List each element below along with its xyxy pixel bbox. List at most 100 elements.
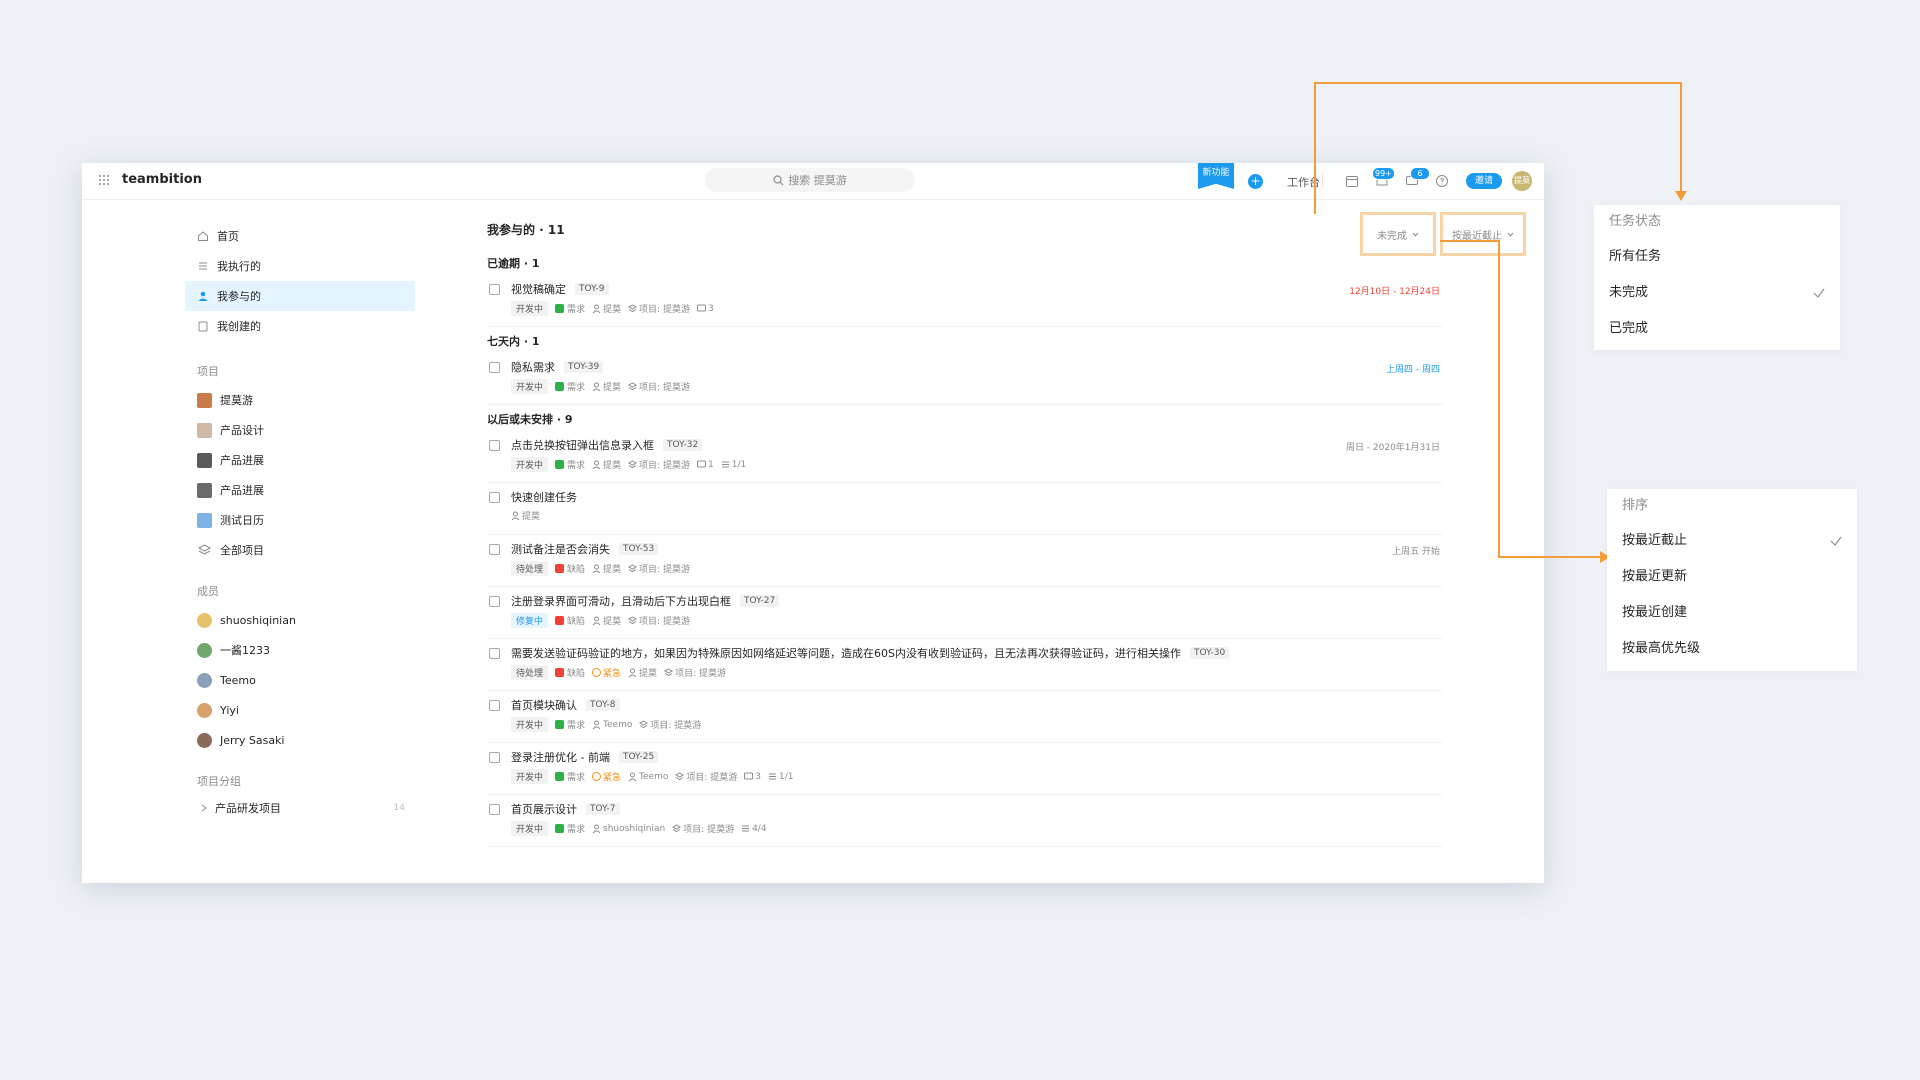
add-button[interactable]: +: [1248, 174, 1263, 189]
toolbar-divider: [1322, 173, 1323, 189]
status-badge[interactable]: 修复中: [511, 613, 549, 628]
task-checkbox[interactable]: [489, 648, 500, 659]
nav-created[interactable]: 我创建的: [185, 311, 415, 341]
app-grid-icon[interactable]: [98, 174, 110, 186]
sort-option[interactable]: 按最高优先级: [1607, 631, 1857, 667]
project-group-item[interactable]: 产品研发项目 14: [185, 795, 415, 821]
members-heading: 成员: [197, 585, 219, 598]
list-icon: [199, 262, 207, 270]
task-checkbox[interactable]: [489, 596, 500, 607]
task-row[interactable]: 登录注册优化 - 前端 TOY-25 开发中 需求 紧急 Teemo 项目: 提莫游 3 1/1: [487, 743, 1442, 795]
member-item[interactable]: Jerry Sasaki: [185, 725, 415, 755]
status-badge[interactable]: 开发中: [511, 457, 549, 472]
task-title[interactable]: 测试备注是否会消失: [511, 541, 610, 557]
task-row[interactable]: 点击兑换按钮弹出信息录入框 TOY-32 开发中 需求 提莫 项目: 提莫游 1 1/1 周日 …: [487, 431, 1442, 483]
task-meta: 开发中 需求 shuoshiqinian 项目: 提莫游 4/4: [511, 821, 767, 836]
status-option[interactable]: 未完成: [1594, 275, 1840, 311]
calendar-icon[interactable]: [1344, 173, 1360, 189]
task-title[interactable]: 注册登录界面可滑动，且滑动后下方出现白框: [511, 593, 731, 609]
member-item[interactable]: shuoshiqinian: [185, 605, 415, 635]
task-checkbox[interactable]: [489, 700, 500, 711]
status-badge[interactable]: 开发中: [511, 769, 549, 784]
project-item[interactable]: 全部项目: [185, 535, 415, 565]
task-row[interactable]: 注册登录界面可滑动，且滑动后下方出现白框 TOY-27 修复中 缺陷 提莫 项目: 提莫游: [487, 587, 1442, 639]
task-checkbox[interactable]: [489, 752, 500, 763]
task-project-name: 项目: 提莫游: [639, 383, 690, 393]
nav-home[interactable]: 首页: [185, 221, 415, 251]
task-row[interactable]: 视觉稿确定 TOY-9 开发中 需求 提莫 项目: 提莫游 3 12月10日 - 12月24日: [487, 275, 1442, 327]
task-checkbox[interactable]: [489, 544, 500, 555]
app-window: teambition 搜索 提莫游 新功能 + 工作台 99+ 6 邀请 提莫 …: [82, 163, 1544, 883]
task-type-label: 需求: [567, 825, 586, 835]
person-icon: [592, 304, 601, 313]
task-checkbox[interactable]: [489, 284, 500, 295]
person-icon: [628, 668, 637, 677]
assignee: 提莫: [511, 509, 540, 522]
task-row[interactable]: 首页模块确认 TOY-8 开发中 需求 Teemo 项目: 提莫游: [487, 691, 1442, 743]
chat-badge: 6: [1410, 167, 1430, 180]
task-date: 上周五 开始: [1392, 547, 1440, 557]
task-row[interactable]: 隐私需求 TOY-39 开发中 需求 提莫 项目: 提莫游 上周四 - 周四: [487, 353, 1442, 405]
status-badge[interactable]: 开发中: [511, 379, 549, 394]
project-icon: [628, 304, 638, 313]
project-name: 产品设计: [220, 424, 264, 437]
task-title[interactable]: 点击兑换按钮弹出信息录入框: [511, 437, 654, 453]
task-row[interactable]: 测试备注是否会消失 TOY-53 待处理 缺陷 提莫 项目: 提莫游 上周五 开始: [487, 535, 1442, 587]
task-row[interactable]: 快速创建任务 提莫: [487, 483, 1442, 535]
task-title[interactable]: 需要发送验证码验证的地方，如果因为特殊原因如网络延迟等问题，造成在60S内没有收…: [511, 645, 1181, 661]
brand-logo[interactable]: teambition: [122, 172, 202, 187]
member-item[interactable]: Teemo: [185, 665, 415, 695]
task-title[interactable]: 快速创建任务: [511, 489, 577, 505]
help-icon[interactable]: [1434, 173, 1450, 189]
status-filter-button[interactable]: 未完成: [1360, 212, 1436, 256]
new-feature-ribbon[interactable]: 新功能: [1198, 163, 1234, 189]
task-type-label: 缺陷: [567, 617, 586, 627]
task-checkbox[interactable]: [489, 362, 500, 373]
user-icon: [198, 291, 208, 301]
status-option[interactable]: 已完成: [1594, 311, 1840, 347]
sort-button[interactable]: 按最近截止: [1440, 212, 1526, 256]
project-item[interactable]: 测试日历: [185, 505, 415, 535]
invite-button[interactable]: 邀请: [1466, 173, 1502, 189]
comment-count-value: 3: [707, 303, 714, 314]
annotation-line: [1314, 82, 1681, 84]
task-date: 周日 - 2020年1月31日: [1345, 443, 1440, 453]
task-title[interactable]: 首页模块确认: [511, 697, 577, 713]
sort-option[interactable]: 按最近创建: [1607, 595, 1857, 631]
task-title[interactable]: 登录注册优化 - 前端: [511, 749, 610, 765]
search-input[interactable]: 搜索 提莫游: [705, 168, 915, 192]
project-item[interactable]: 产品设计: [185, 415, 415, 445]
project-item[interactable]: 产品进展: [185, 445, 415, 475]
task-row[interactable]: 需要发送验证码验证的地方，如果因为特殊原因如网络延迟等问题，造成在60S内没有收…: [487, 639, 1442, 691]
member-item[interactable]: 一酱1233: [185, 635, 415, 665]
project-icon: [639, 720, 649, 729]
member-avatar: [197, 672, 212, 688]
status-option[interactable]: 所有任务: [1594, 239, 1840, 275]
sort-option[interactable]: 按最近更新: [1607, 559, 1857, 595]
user-avatar[interactable]: 提莫: [1512, 171, 1532, 191]
task-status-title: 任务状态: [1609, 214, 1662, 229]
task-title[interactable]: 视觉稿确定: [511, 281, 566, 297]
status-badge[interactable]: 开发中: [511, 301, 549, 316]
status-badge[interactable]: 开发中: [511, 821, 549, 836]
task-title[interactable]: 首页展示设计: [511, 801, 577, 817]
sort-option[interactable]: 按最近截止: [1607, 523, 1857, 559]
requirement-icon: [555, 382, 565, 391]
nav-executed[interactable]: 我执行的: [185, 251, 415, 281]
task-title[interactable]: 隐私需求: [511, 359, 555, 375]
project-item[interactable]: 提莫游: [185, 385, 415, 415]
nav-participated[interactable]: 我参与的: [185, 281, 415, 311]
sort-option-label: 按最近更新: [1622, 569, 1688, 584]
task-checkbox[interactable]: [489, 440, 500, 451]
status-badge[interactable]: 开发中: [511, 717, 549, 732]
task-row[interactable]: 首页展示设计 TOY-7 开发中 需求 shuoshiqinian 项目: 提莫游 4/4: [487, 795, 1442, 847]
task-checkbox[interactable]: [489, 804, 500, 815]
comment-count: 1: [696, 460, 714, 470]
task-checkbox[interactable]: [489, 492, 500, 503]
member-item[interactable]: Yiyi: [185, 695, 415, 725]
status-badge[interactable]: 待处理: [511, 561, 549, 576]
status-badge[interactable]: 待处理: [511, 665, 549, 680]
inbox-badge: 99+: [1372, 167, 1395, 180]
member-avatar: [197, 642, 212, 658]
project-item[interactable]: 产品进展: [185, 475, 415, 505]
